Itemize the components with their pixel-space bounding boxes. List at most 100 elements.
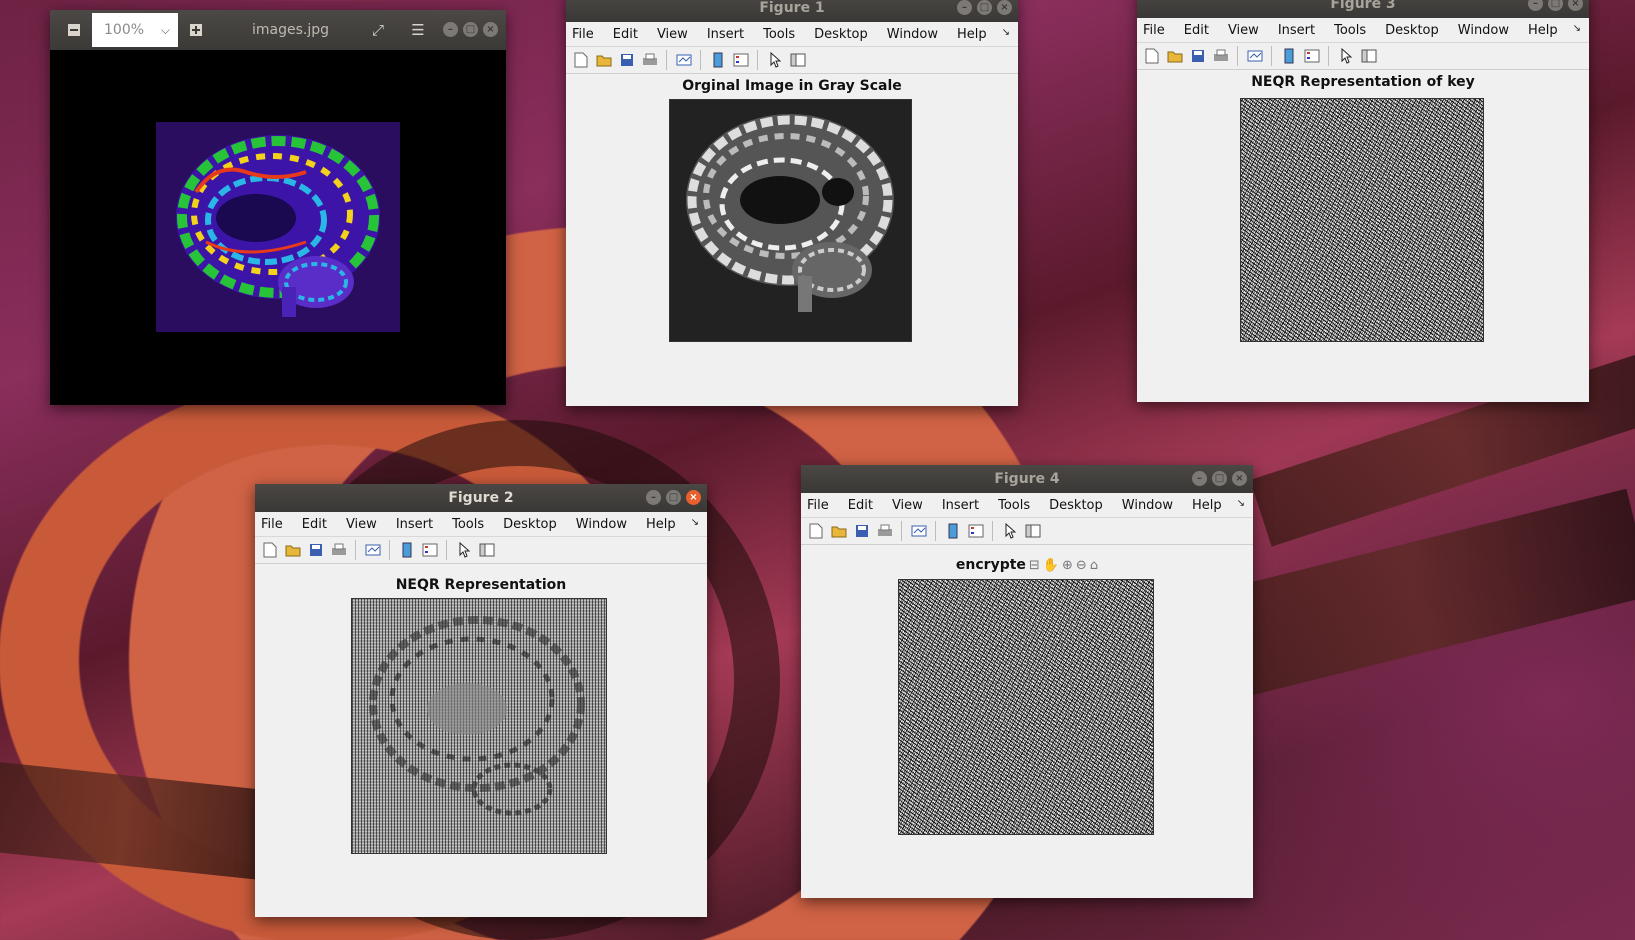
insert-legend-icon[interactable] [421,542,438,559]
plot-tools-icon[interactable] [1360,48,1377,65]
close-button[interactable]: × [686,490,701,505]
print-icon[interactable] [330,542,347,559]
insert-colorbar-icon[interactable] [944,523,961,540]
close-button[interactable]: × [1568,0,1583,11]
zoom-in-button[interactable] [184,18,208,42]
maximize-button[interactable]: □ [977,0,992,15]
link-plot-icon[interactable] [910,523,927,540]
menu-window[interactable]: Window [1458,23,1509,38]
save-icon[interactable] [853,523,870,540]
window-title: Figure 4 [994,471,1060,487]
dock-arrow-icon[interactable]: ↘ [1002,27,1010,38]
menu-window[interactable]: Window [1122,498,1173,513]
plot-tools-icon[interactable] [1024,523,1041,540]
fullscreen-button[interactable]: ⤢ [366,18,390,42]
menu-window[interactable]: Window [576,517,627,532]
menu-file[interactable]: File [807,498,829,513]
new-figure-icon[interactable] [1143,48,1160,65]
menu-file[interactable]: File [1143,23,1165,38]
menu-help[interactable]: Help [1528,23,1558,38]
menu-desktop[interactable]: Desktop [814,27,868,42]
menu-window[interactable]: Window [887,27,938,42]
menu-edit[interactable]: Edit [1184,23,1209,38]
open-file-icon[interactable] [830,523,847,540]
menu-edit[interactable]: Edit [848,498,873,513]
insert-colorbar-icon[interactable] [1280,48,1297,65]
menu-help[interactable]: Help [646,517,676,532]
menu-insert[interactable]: Insert [707,27,744,42]
maximize-button[interactable]: □ [1212,471,1227,486]
insert-colorbar-icon[interactable] [709,52,726,69]
pan-hand-icon[interactable]: ✋ [1043,558,1059,573]
figure2-titlebar: Figure 2 – □ × [255,484,707,512]
plot-tools-icon[interactable] [478,542,495,559]
new-figure-icon[interactable] [261,542,278,559]
link-plot-icon[interactable] [675,52,692,69]
plot-tools-icon[interactable] [789,52,806,69]
insert-legend-icon[interactable] [732,52,749,69]
zoom-level-select[interactable]: 100% ⌵ [92,13,178,47]
menu-insert[interactable]: Insert [942,498,979,513]
menu-view[interactable]: View [346,517,377,532]
close-button[interactable]: × [483,22,498,37]
save-icon[interactable] [1189,48,1206,65]
viewer-menu-button[interactable]: ☰ [406,18,430,42]
zoom-out-button[interactable] [62,18,86,42]
new-figure-icon[interactable] [572,52,589,69]
dock-arrow-icon[interactable]: ↘ [1573,23,1581,34]
link-plot-icon[interactable] [1246,48,1263,65]
maximize-button[interactable]: □ [1548,0,1563,11]
figure-toolbar [801,518,1253,545]
close-button[interactable]: × [997,0,1012,15]
minimize-button[interactable]: – [957,0,972,15]
minimize-button[interactable]: – [443,22,458,37]
link-plot-icon[interactable] [364,542,381,559]
menu-tools[interactable]: Tools [1334,23,1366,38]
close-button[interactable]: × [1232,471,1247,486]
edit-plot-arrow-icon[interactable] [1001,523,1018,540]
menu-help[interactable]: Help [1192,498,1222,513]
new-figure-icon[interactable] [807,523,824,540]
edit-plot-arrow-icon[interactable] [766,52,783,69]
insert-legend-icon[interactable] [1303,48,1320,65]
minimize-button[interactable]: – [646,490,661,505]
home-icon[interactable]: ⌂ [1090,558,1098,573]
menu-tools[interactable]: Tools [763,27,795,42]
minimize-button[interactable]: – [1528,0,1543,11]
print-icon[interactable] [1212,48,1229,65]
menu-desktop[interactable]: Desktop [1385,23,1439,38]
zoom-out-icon[interactable]: ⊖ [1076,558,1087,573]
menu-view[interactable]: View [892,498,923,513]
menu-insert[interactable]: Insert [1278,23,1315,38]
edit-plot-arrow-icon[interactable] [1337,48,1354,65]
save-icon[interactable] [307,542,324,559]
maximize-button[interactable]: □ [463,22,478,37]
menu-desktop[interactable]: Desktop [503,517,557,532]
menu-file[interactable]: File [572,27,594,42]
insert-colorbar-icon[interactable] [398,542,415,559]
open-file-icon[interactable] [284,542,301,559]
save-icon[interactable] [618,52,635,69]
menu-view[interactable]: View [657,27,688,42]
print-icon[interactable] [641,52,658,69]
dock-arrow-icon[interactable]: ↘ [1237,498,1245,509]
menu-desktop[interactable]: Desktop [1049,498,1103,513]
menu-tools[interactable]: Tools [998,498,1030,513]
maximize-button[interactable]: □ [666,490,681,505]
menu-edit[interactable]: Edit [613,27,638,42]
open-file-icon[interactable] [1166,48,1183,65]
dock-arrow-icon[interactable]: ↘ [691,517,699,528]
edit-plot-arrow-icon[interactable] [455,542,472,559]
menu-file[interactable]: File [261,517,283,532]
menu-edit[interactable]: Edit [302,517,327,532]
print-icon[interactable] [876,523,893,540]
open-file-icon[interactable] [595,52,612,69]
brush-icon[interactable]: ⊟ [1029,558,1040,573]
zoom-in-icon[interactable]: ⊕ [1062,558,1073,573]
menu-view[interactable]: View [1228,23,1259,38]
insert-legend-icon[interactable] [967,523,984,540]
menu-tools[interactable]: Tools [452,517,484,532]
menu-insert[interactable]: Insert [396,517,433,532]
menu-help[interactable]: Help [957,27,987,42]
minimize-button[interactable]: – [1192,471,1207,486]
